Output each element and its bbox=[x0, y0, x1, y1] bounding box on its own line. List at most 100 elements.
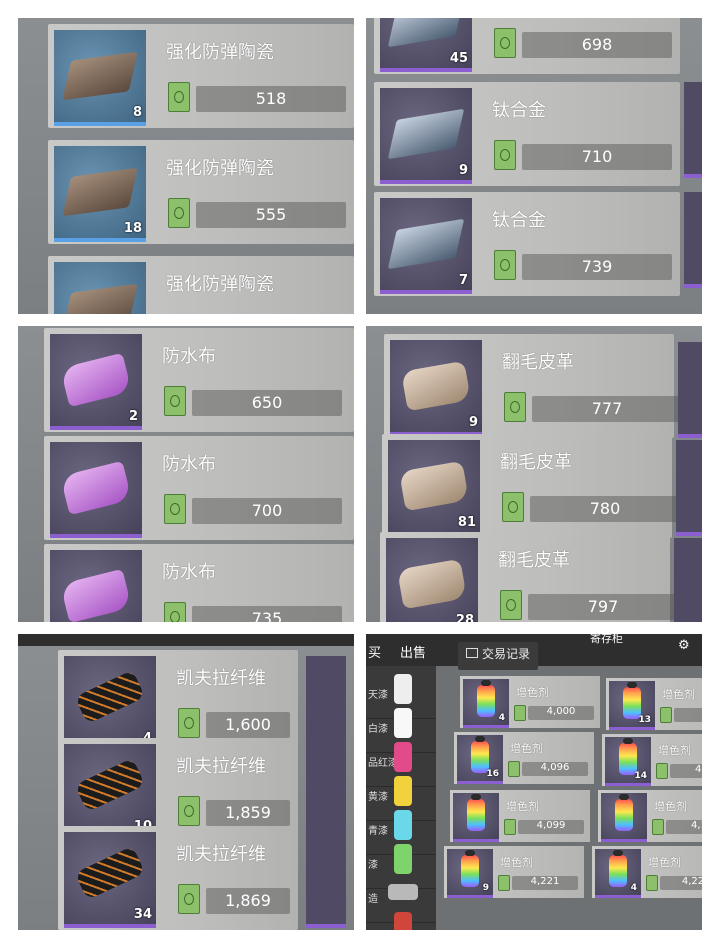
money-icon bbox=[494, 140, 516, 170]
money-icon bbox=[168, 82, 190, 112]
list-item[interactable]: 18 强化防弹陶瓷 555 bbox=[48, 140, 354, 244]
item-price: 1,600 bbox=[225, 715, 271, 734]
screenshot-market: 买 出售 寄存柜 ⚙ 交易记录 天漆 白漆 品红漆 黄漆 青漆 漆 造 4 增色… bbox=[366, 634, 702, 930]
item-name: 增色剂 bbox=[654, 800, 687, 813]
item-quantity: 13 bbox=[638, 715, 651, 725]
market-item[interactable]: 13 增色剂 4 bbox=[606, 678, 702, 730]
item-quantity: 14 bbox=[634, 771, 647, 781]
category-item[interactable] bbox=[366, 904, 436, 930]
item-price: 518 bbox=[255, 89, 287, 108]
list-item[interactable]: 强化防弹陶瓷 bbox=[48, 256, 354, 314]
price-bar: 797 bbox=[528, 594, 678, 620]
price-bar: 780 bbox=[530, 496, 680, 522]
suede-leather-icon bbox=[401, 360, 471, 412]
item-price: 4,221 bbox=[530, 876, 560, 887]
list-item[interactable]: 2 防水布 650 bbox=[44, 328, 354, 432]
titanium-plate-icon bbox=[387, 218, 465, 270]
list-item[interactable]: 7 钛合金 739 bbox=[374, 192, 680, 296]
item-name: 增色剂 bbox=[506, 800, 539, 813]
item-thumbnail bbox=[453, 793, 499, 842]
item-quantity: 81 bbox=[457, 515, 476, 530]
list-item[interactable]: 防水布 735 bbox=[44, 544, 354, 622]
money-icon bbox=[494, 250, 516, 280]
market-item[interactable]: 16 增色剂 4,096 bbox=[454, 732, 594, 784]
item-thumbnail: 16 bbox=[457, 735, 503, 784]
kevlar-fiber-icon bbox=[74, 757, 146, 813]
settings-icon[interactable]: ⚙ bbox=[678, 638, 690, 653]
money-icon bbox=[498, 875, 510, 891]
price-bar: 4,096 bbox=[522, 762, 588, 776]
tab-sell[interactable]: 出售 bbox=[400, 642, 426, 661]
list-item[interactable]: 28 翻毛皮革 797 bbox=[380, 532, 678, 622]
trade-record-button[interactable]: 交易记录 bbox=[458, 642, 539, 670]
item-name: 防水布 bbox=[162, 454, 216, 475]
market-item[interactable]: 增色剂 4,099 bbox=[450, 790, 590, 842]
item-price: 1,859 bbox=[225, 803, 271, 822]
tab-storage[interactable]: 寄存柜 bbox=[590, 634, 623, 646]
market-item[interactable]: 4 增色剂 4,000 bbox=[460, 676, 600, 728]
item-price: 700 bbox=[251, 501, 283, 520]
item-quantity: 18 bbox=[123, 221, 142, 236]
item-quantity: 9 bbox=[468, 415, 478, 430]
tab-buy[interactable]: 买 bbox=[368, 642, 381, 661]
next-column-thumbnail bbox=[306, 744, 346, 840]
top-strip bbox=[18, 634, 354, 646]
kevlar-fiber-icon bbox=[74, 845, 146, 901]
list-item[interactable]: 防水布 700 bbox=[44, 436, 354, 540]
screenshot-titanium: 45 698 9 钛合金 710 7 钛合金 739 bbox=[366, 18, 702, 314]
list-item[interactable]: 9 钛合金 710 bbox=[374, 82, 680, 186]
money-icon bbox=[508, 761, 520, 777]
list-item[interactable]: 34 凯夫拉纤维 1,869 bbox=[58, 826, 298, 930]
list-item[interactable]: 8 强化防弹陶瓷 518 bbox=[48, 24, 354, 128]
item-name: 强化防弹陶瓷 bbox=[166, 42, 274, 63]
price-bar: 777 bbox=[532, 396, 682, 422]
list-item[interactable]: 81 翻毛皮革 780 bbox=[382, 434, 680, 538]
item-price: 1,869 bbox=[225, 891, 271, 910]
item-quantity: 7 bbox=[458, 273, 468, 288]
item-name: 翻毛皮革 bbox=[500, 452, 572, 473]
item-thumbnail: 9 bbox=[447, 849, 493, 898]
item-name: 增色剂 bbox=[516, 686, 549, 699]
item-name: 凯夫拉纤维 bbox=[176, 668, 266, 689]
item-quantity: 28 bbox=[455, 613, 474, 622]
market-item[interactable]: 增色剂 4,1 bbox=[598, 790, 702, 842]
paint-bottle-icon bbox=[394, 912, 412, 930]
dye-bottle-icon bbox=[609, 850, 627, 887]
item-quantity: 4 bbox=[630, 883, 637, 893]
item-quantity: 9 bbox=[482, 883, 489, 893]
market-item[interactable]: 4 增色剂 4,22 bbox=[592, 846, 702, 898]
next-column-thumbnail bbox=[674, 538, 702, 622]
list-item[interactable]: 9 翻毛皮革 777 bbox=[384, 334, 682, 438]
item-price: 739 bbox=[581, 257, 613, 276]
item-name: 翻毛皮革 bbox=[502, 352, 574, 373]
market-item[interactable]: 14 增色剂 4,0 bbox=[602, 734, 702, 786]
item-price: 4 bbox=[674, 708, 702, 719]
item-price: 710 bbox=[581, 147, 613, 166]
ceramic-plate-icon bbox=[62, 51, 138, 101]
price-bar: 4,22 bbox=[660, 876, 702, 890]
ceramic-plate-icon bbox=[62, 283, 138, 314]
price-bar: 710 bbox=[522, 144, 672, 170]
price-bar: 518 bbox=[196, 86, 346, 112]
item-quantity: 45 bbox=[449, 51, 468, 66]
screenshot-ceramic: 8 强化防弹陶瓷 518 18 强化防弹陶瓷 555 强化防弹陶瓷 bbox=[18, 18, 354, 314]
price-bar: 4,0 bbox=[670, 764, 702, 778]
next-column-thumbnail bbox=[676, 440, 702, 536]
item-name: 凯夫拉纤维 bbox=[176, 756, 266, 777]
money-icon bbox=[178, 796, 200, 826]
price-bar: 555 bbox=[196, 202, 346, 228]
item-thumbnail: 9 bbox=[380, 88, 472, 184]
category-label: 黄漆 bbox=[368, 792, 388, 803]
waterproof-cloth-icon bbox=[60, 568, 132, 622]
suede-leather-icon bbox=[397, 558, 467, 610]
price-bar: 4,221 bbox=[512, 876, 578, 890]
list-item[interactable]: 45 698 bbox=[374, 18, 680, 74]
money-icon bbox=[168, 198, 190, 228]
category-list: 天漆 白漆 品红漆 黄漆 青漆 漆 造 bbox=[366, 666, 436, 930]
market-item[interactable]: 9 增色剂 4,221 bbox=[444, 846, 584, 898]
money-icon bbox=[502, 492, 524, 522]
item-name: 钛合金 bbox=[492, 100, 546, 121]
item-thumbnail: 2 bbox=[50, 334, 142, 430]
price-bar: 739 bbox=[522, 254, 672, 280]
item-quantity: 4 bbox=[498, 713, 505, 723]
